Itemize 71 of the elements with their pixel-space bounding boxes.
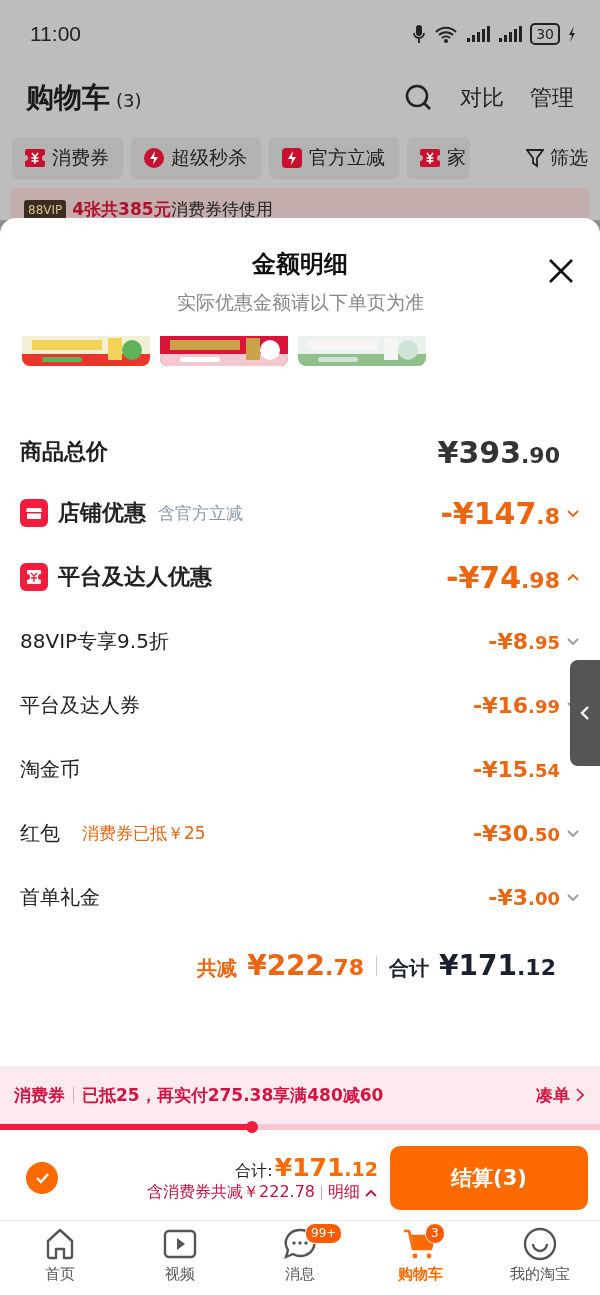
row-label: 平台及达人优惠 (58, 563, 212, 591)
battery-level: 30 (530, 23, 560, 45)
side-handle[interactable] (570, 660, 600, 766)
amount: -¥15.54 (473, 756, 560, 782)
wifi-icon (434, 24, 459, 44)
coupon-icon (24, 147, 46, 169)
header-action[interactable]: 对比 (460, 83, 504, 113)
coupon-icon (20, 563, 48, 591)
chevron-left-icon (580, 705, 590, 721)
vip-badge: 88VIP (24, 200, 67, 220)
row-label: 商品总价 (20, 438, 108, 466)
sheet-subtitle: 实际优惠金额请以下单页为准 (176, 290, 424, 315)
page-title: 购物车 (26, 80, 110, 116)
notification-badge: 99+ (305, 1223, 343, 1244)
details-toggle[interactable]: 明细 (328, 1182, 378, 1203)
check-icon (35, 1172, 49, 1184)
total-amount: ¥171.12 (274, 1153, 378, 1182)
savings-amount: ¥222.78 (247, 949, 365, 982)
header-action[interactable]: 管理 (530, 83, 574, 113)
bolt-icon (281, 147, 303, 169)
notice-text: 4张共385元消费券待使用 (72, 198, 273, 220)
coupon-icon (419, 147, 441, 169)
filter-chip[interactable]: 消费券 (12, 137, 123, 179)
amount: -¥147.8 (440, 495, 560, 531)
coupon-tag: 消费券 (14, 1083, 65, 1107)
filter-icon (526, 148, 544, 168)
filter-chip[interactable]: 超级秒杀 (131, 137, 261, 179)
item-count: (3) (116, 90, 142, 111)
row-label: 淘金币 (20, 755, 80, 783)
row-label: 红包 (20, 819, 60, 847)
amount: -¥74.98 (445, 559, 560, 595)
signal-icon (466, 24, 491, 44)
total-label: 合计: (235, 1161, 273, 1182)
amount: ¥393.90 (437, 434, 560, 470)
charging-icon (568, 25, 576, 43)
filter-chip[interactable]: 家 (407, 137, 470, 179)
notification-badge: 3 (425, 1223, 445, 1244)
progress-thumb (246, 1121, 258, 1133)
row-label: 平台及达人券 (20, 691, 140, 719)
tab-item[interactable]: 99+ 消息 (240, 1221, 360, 1295)
row-label: 88VIP专享9.5折 (20, 627, 169, 655)
filter-button[interactable]: 筛选 (526, 145, 588, 171)
clock-time: 11:00 (30, 22, 81, 46)
row-label: 首单礼金 (20, 883, 100, 911)
filter-chip[interactable]: 官方立减 (269, 137, 399, 179)
coupon-progress-text: 已抵25，再实付275.38享满480减60 (82, 1083, 384, 1107)
row-note: 消费券已抵￥25 (82, 821, 206, 845)
tab-item[interactable]: 视频 (120, 1221, 240, 1295)
close-icon[interactable] (548, 258, 574, 284)
row-label: 店铺优惠 (58, 499, 146, 527)
amount: -¥3.00 (488, 884, 560, 910)
amount: -¥30.50 (473, 820, 560, 846)
store-icon (20, 499, 48, 527)
amount: -¥8.95 (488, 628, 560, 654)
smile-icon (523, 1227, 557, 1261)
select-all-checkbox[interactable] (26, 1162, 58, 1194)
add-items-link[interactable]: 凑单 (536, 1083, 584, 1107)
chevron-right-icon (576, 1088, 584, 1102)
microphone-icon (412, 24, 427, 44)
tab-item[interactable]: 首页 (0, 1221, 120, 1295)
video-icon (163, 1227, 197, 1261)
row-note: 含官方立减 (158, 501, 243, 525)
total-amount: ¥171.12 (439, 949, 556, 982)
savings-label: 共减 (197, 955, 238, 982)
tab-item[interactable]: 我的淘宝 (480, 1221, 600, 1295)
sheet-title: 金额明细 (252, 249, 348, 280)
total-label: 合计 (389, 955, 430, 982)
amount: -¥16.99 (473, 692, 560, 718)
savings-text: 含消费券共减￥222.78 (147, 1182, 315, 1203)
signal-icon (498, 24, 523, 44)
bolt-icon (143, 147, 165, 169)
